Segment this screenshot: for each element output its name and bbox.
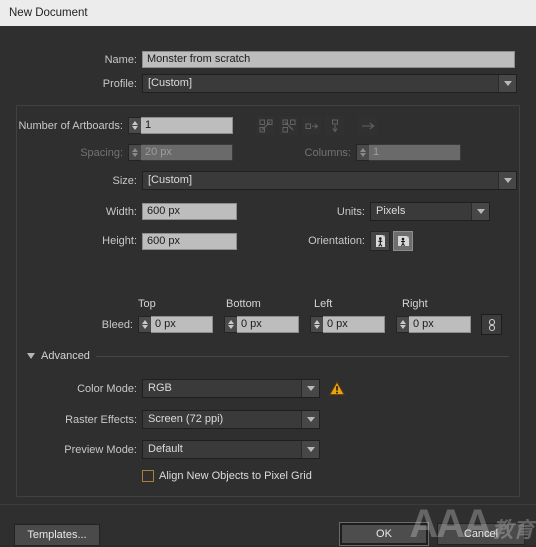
units-label: Units: xyxy=(336,205,365,218)
arrange-by-row-icon[interactable] xyxy=(301,115,322,136)
bleed-row: Bleed: xyxy=(0,314,536,335)
size-value: [Custom] xyxy=(148,174,193,186)
spacing-stepper-arrows xyxy=(128,144,141,161)
align-pixel-grid-checkbox[interactable] xyxy=(142,470,154,482)
arrange-by-column-icon[interactable] xyxy=(324,115,345,136)
window-titlebar: New Document xyxy=(0,0,536,26)
units-select[interactable]: Pixels xyxy=(370,202,490,221)
chevron-down-icon[interactable] xyxy=(27,353,35,359)
bleed-left-stepper[interactable] xyxy=(310,316,385,333)
raster-effects-label: Raster Effects: xyxy=(65,413,137,426)
artboards-label: Number of Artboards: xyxy=(18,119,123,132)
spacing-label: Spacing: xyxy=(80,146,123,159)
bleed-top-stepper[interactable] xyxy=(138,316,213,333)
ok-button[interactable]: OK xyxy=(339,522,429,546)
preview-mode-select[interactable]: Default xyxy=(142,440,320,459)
window-title: New Document xyxy=(9,7,88,19)
chevron-down-icon[interactable] xyxy=(471,203,489,220)
bleed-left-header: Left xyxy=(314,298,333,310)
columns-stepper-arrows xyxy=(356,144,369,161)
color-mode-value: RGB xyxy=(148,382,172,394)
name-label: Name: xyxy=(104,53,137,66)
artboard-layout-buttons xyxy=(255,115,378,136)
artboards-stepper-arrows[interactable] xyxy=(128,117,141,134)
artboards-input[interactable] xyxy=(141,117,233,134)
grid-by-column-icon[interactable] xyxy=(278,115,299,136)
bleed-left-input[interactable] xyxy=(323,316,385,333)
bleed-top-stepper-arrows[interactable] xyxy=(138,316,151,333)
columns-label: Columns: xyxy=(304,146,351,159)
chevron-down-icon[interactable] xyxy=(301,380,319,397)
width-label: Width: xyxy=(105,205,137,218)
width-input[interactable] xyxy=(142,203,237,220)
templates-button[interactable]: Templates... xyxy=(14,524,100,546)
advanced-divider xyxy=(95,355,509,357)
color-mode-select[interactable]: RGB xyxy=(142,379,320,398)
link-chain-icon[interactable] xyxy=(481,314,502,335)
size-row: Size: [Custom] xyxy=(0,171,536,190)
orientation-label: Orientation: xyxy=(308,235,365,247)
profile-row: Profile: [Custom] xyxy=(0,74,536,93)
width-units-row: Width: Units: Pixels xyxy=(0,202,536,221)
height-orientation-row: Height: Orientation: xyxy=(0,231,536,251)
bleed-bottom-stepper-arrows[interactable] xyxy=(224,316,237,333)
bleed-bottom-input[interactable] xyxy=(237,316,299,333)
bleed-bottom-stepper[interactable] xyxy=(224,316,299,333)
artboards-row: Number of Artboards: xyxy=(0,115,536,136)
height-input[interactable] xyxy=(142,232,237,250)
advanced-section-header[interactable]: Advanced xyxy=(27,350,509,362)
bleed-top-header: Top xyxy=(138,298,156,310)
profile-value: [Custom] xyxy=(148,77,193,89)
profile-select[interactable]: [Custom] xyxy=(142,74,517,93)
artboards-stepper[interactable] xyxy=(128,117,233,134)
chevron-down-icon[interactable] xyxy=(498,172,516,189)
units-value: Pixels xyxy=(376,205,406,217)
height-label: Height: xyxy=(102,235,137,247)
raster-effects-select[interactable]: Screen (72 ppi) xyxy=(142,410,320,429)
bleed-label: Bleed: xyxy=(101,318,133,331)
columns-input xyxy=(369,144,461,161)
preview-mode-label: Preview Mode: xyxy=(64,443,137,456)
right-to-left-arrow-icon[interactable] xyxy=(357,115,378,136)
spacing-columns-row: Spacing: Columns: xyxy=(0,144,536,161)
bleed-headers: Top Bottom Left Right xyxy=(0,298,536,312)
bleed-bottom-header: Bottom xyxy=(226,298,261,310)
advanced-label: Advanced xyxy=(41,350,90,362)
size-select[interactable]: [Custom] xyxy=(142,171,517,190)
raster-effects-row: Raster Effects: Screen (72 ppi) xyxy=(0,410,536,429)
bleed-right-stepper-arrows[interactable] xyxy=(396,316,409,333)
raster-effects-value: Screen (72 ppi) xyxy=(148,413,224,425)
bleed-right-stepper[interactable] xyxy=(396,316,471,333)
orientation-landscape-button[interactable] xyxy=(393,231,413,251)
orientation-portrait-button[interactable] xyxy=(370,231,390,251)
profile-label: Profile: xyxy=(102,77,137,90)
spacing-stepper xyxy=(128,144,233,161)
align-pixel-grid-row[interactable]: Align New Objects to Pixel Grid xyxy=(142,470,312,482)
align-pixel-grid-label: Align New Objects to Pixel Grid xyxy=(159,470,312,482)
size-label: Size: xyxy=(112,174,137,187)
bleed-left-stepper-arrows[interactable] xyxy=(310,316,323,333)
name-row: Name: xyxy=(0,51,536,68)
warning-triangle-icon xyxy=(329,381,345,396)
footer-divider xyxy=(0,504,536,505)
spacing-input xyxy=(141,144,233,161)
preview-mode-row: Preview Mode: Default xyxy=(0,440,536,459)
cancel-button[interactable]: Cancel xyxy=(437,523,525,545)
bleed-right-header: Right xyxy=(402,298,428,310)
bleed-top-input[interactable] xyxy=(151,316,213,333)
grid-by-row-icon[interactable] xyxy=(255,115,276,136)
orientation-buttons xyxy=(370,231,413,251)
columns-stepper xyxy=(356,144,461,161)
bleed-right-input[interactable] xyxy=(409,316,471,333)
chevron-down-icon[interactable] xyxy=(498,75,516,92)
new-document-dialog: Name: Profile: [Custom] Number of Artboa… xyxy=(0,26,536,546)
color-mode-label: Color Mode: xyxy=(77,382,137,395)
chevron-down-icon[interactable] xyxy=(301,441,319,458)
chevron-down-icon[interactable] xyxy=(301,411,319,428)
preview-mode-value: Default xyxy=(148,443,183,455)
color-mode-row: Color Mode: RGB xyxy=(0,379,536,398)
name-input[interactable] xyxy=(142,51,515,68)
